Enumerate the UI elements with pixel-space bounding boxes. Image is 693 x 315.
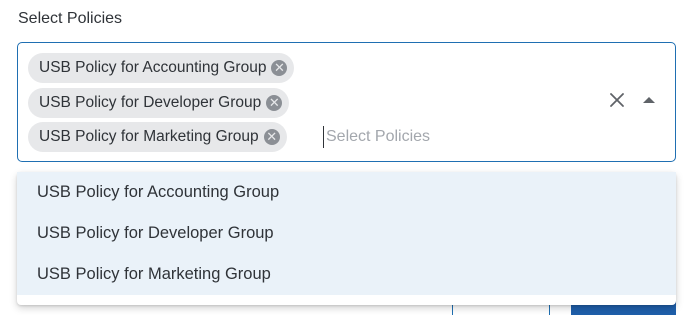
remove-chip-icon[interactable]: ✕ xyxy=(271,60,288,76)
menu-option[interactable]: USB Policy for Accounting Group xyxy=(17,172,676,213)
close-icon[interactable] xyxy=(608,91,626,109)
policies-multiselect[interactable]: USB Policy for Accounting Group ✕ USB Po… xyxy=(17,42,676,162)
menu-option[interactable]: USB Policy for Developer Group xyxy=(17,213,676,254)
remove-chip-icon[interactable]: ✕ xyxy=(266,95,283,111)
selected-chip: USB Policy for Accounting Group ✕ xyxy=(28,53,295,83)
chip-label: USB Policy for Marketing Group xyxy=(39,128,259,145)
field-label: Select Policies xyxy=(18,10,123,27)
menu-option[interactable]: USB Policy for Marketing Group xyxy=(17,254,676,295)
policies-dropdown-menu: USB Policy for Accounting Group USB Poli… xyxy=(17,172,676,305)
remove-chip-icon[interactable]: ✕ xyxy=(263,129,280,145)
search-input[interactable] xyxy=(323,126,573,148)
caret-up-icon[interactable] xyxy=(642,95,656,105)
selected-chip: USB Policy for Marketing Group ✕ xyxy=(28,122,287,152)
chip-label: USB Policy for Accounting Group xyxy=(39,59,267,76)
selected-chip: USB Policy for Developer Group ✕ xyxy=(28,88,290,118)
chip-label: USB Policy for Developer Group xyxy=(39,94,262,111)
